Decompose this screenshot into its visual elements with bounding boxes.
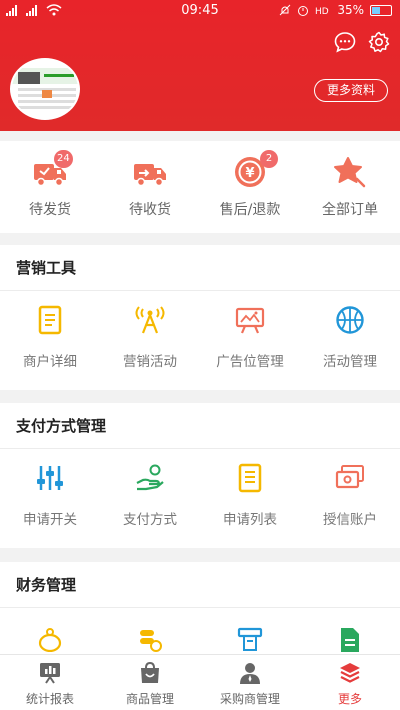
marketing-activities[interactable]: 营销活动 bbox=[100, 291, 200, 389]
finance-item[interactable] bbox=[0, 621, 100, 655]
refund-badge: 2 bbox=[260, 150, 278, 168]
item-label: 申请列表 bbox=[223, 512, 277, 528]
item-label: 营销活动 bbox=[123, 354, 177, 370]
layers-icon bbox=[339, 662, 361, 684]
credit-account[interactable]: 授信账户 bbox=[300, 449, 400, 547]
truck-icon: 24 bbox=[33, 150, 73, 189]
tab-label: 更多 bbox=[337, 692, 362, 706]
list-icon bbox=[235, 463, 265, 493]
order-refund[interactable]: ¥ 2 售后/退款 bbox=[200, 141, 300, 219]
status-right: HD 35% bbox=[279, 3, 392, 17]
tab-products[interactable]: 商品管理 bbox=[100, 655, 200, 710]
item-label: 申请开关 bbox=[23, 512, 77, 528]
tab-label: 商品管理 bbox=[125, 692, 174, 706]
battery-percent: 35% bbox=[337, 3, 364, 17]
tab-label: 统计报表 bbox=[25, 692, 74, 706]
tab-purchasers[interactable]: 采购商管理 bbox=[200, 655, 300, 710]
finance-section: 财务管理 bbox=[0, 562, 400, 622]
volte-icon: HD bbox=[315, 7, 329, 16]
store-avatar[interactable] bbox=[10, 58, 80, 120]
bottom-tab-bar: 统计报表 商品管理 采购商管理 更多 bbox=[0, 654, 400, 710]
settings-icon[interactable] bbox=[368, 31, 390, 53]
coins-icon bbox=[137, 626, 163, 652]
broadcast-icon bbox=[135, 305, 165, 335]
item-label: 活动管理 bbox=[323, 354, 377, 370]
mute-icon bbox=[279, 4, 291, 16]
order-label: 待发货 bbox=[29, 202, 71, 218]
user-icon bbox=[239, 662, 261, 684]
order-status-panel: 24 待发货 待收货 ¥ 2 售后/退款 全部订单 bbox=[0, 141, 400, 233]
refund-icon: ¥ 2 bbox=[233, 150, 278, 189]
profile-header: 09:45 HD 35% 更多资料 bbox=[0, 0, 400, 131]
item-label: 商户详细 bbox=[23, 354, 77, 370]
item-label: 授信账户 bbox=[323, 512, 377, 528]
item-label: 支付方式 bbox=[123, 512, 177, 528]
bag-icon bbox=[139, 661, 161, 684]
order-label: 售后/退款 bbox=[219, 202, 281, 218]
item-label: 广告位管理 bbox=[216, 354, 284, 370]
document-icon bbox=[35, 305, 65, 335]
cash-icon bbox=[335, 463, 365, 493]
activity-management[interactable]: 活动管理 bbox=[300, 291, 400, 389]
sliders-icon bbox=[35, 463, 65, 493]
alarm-icon bbox=[298, 6, 309, 16]
hand-coin-icon bbox=[135, 463, 165, 493]
svg-text:HD: HD bbox=[315, 7, 329, 16]
order-pending-shipment[interactable]: 24 待发货 bbox=[0, 141, 100, 219]
finance-item[interactable] bbox=[100, 621, 200, 655]
message-icon[interactable] bbox=[334, 31, 356, 53]
finance-items bbox=[0, 621, 400, 655]
merchant-details[interactable]: 商户详细 bbox=[0, 291, 100, 389]
payment-method[interactable]: 支付方式 bbox=[100, 449, 200, 547]
billboard-icon bbox=[235, 305, 265, 335]
piggy-bank-icon bbox=[37, 626, 63, 653]
payment-section: 支付方式管理 申请开关 支付方式 申请列表 授信账户 bbox=[0, 403, 400, 548]
atm-icon bbox=[237, 626, 263, 652]
tab-more[interactable]: 更多 bbox=[300, 655, 400, 710]
order-label: 全部订单 bbox=[322, 202, 378, 218]
application-list[interactable]: 申请列表 bbox=[200, 449, 300, 547]
section-title: 财务管理 bbox=[0, 562, 400, 608]
ad-space-management[interactable]: 广告位管理 bbox=[200, 291, 300, 389]
tab-statistics[interactable]: 统计报表 bbox=[0, 655, 100, 710]
star-icon bbox=[333, 155, 367, 189]
more-info-button[interactable]: 更多资料 bbox=[314, 79, 388, 102]
finance-item[interactable] bbox=[200, 621, 300, 655]
truck-icon bbox=[133, 155, 167, 189]
section-title: 营销工具 bbox=[0, 245, 400, 291]
finance-item[interactable] bbox=[300, 621, 400, 655]
pending-shipment-badge: 24 bbox=[54, 150, 73, 168]
svg-text:¥: ¥ bbox=[245, 166, 254, 181]
report-icon bbox=[337, 626, 363, 652]
order-all[interactable]: 全部订单 bbox=[300, 141, 400, 219]
marketing-section: 营销工具 商户详细 营销活动 广告位管理 活动管理 bbox=[0, 245, 400, 390]
tab-label: 采购商管理 bbox=[219, 692, 280, 706]
battery-icon bbox=[370, 4, 392, 16]
chart-board-icon bbox=[39, 662, 61, 684]
apply-switch[interactable]: 申请开关 bbox=[0, 449, 100, 547]
status-bar: 09:45 HD 35% bbox=[0, 0, 400, 22]
order-pending-receipt[interactable]: 待收货 bbox=[100, 141, 200, 219]
order-label: 待收货 bbox=[129, 202, 171, 218]
basketball-icon bbox=[335, 305, 365, 335]
section-title: 支付方式管理 bbox=[0, 403, 400, 449]
